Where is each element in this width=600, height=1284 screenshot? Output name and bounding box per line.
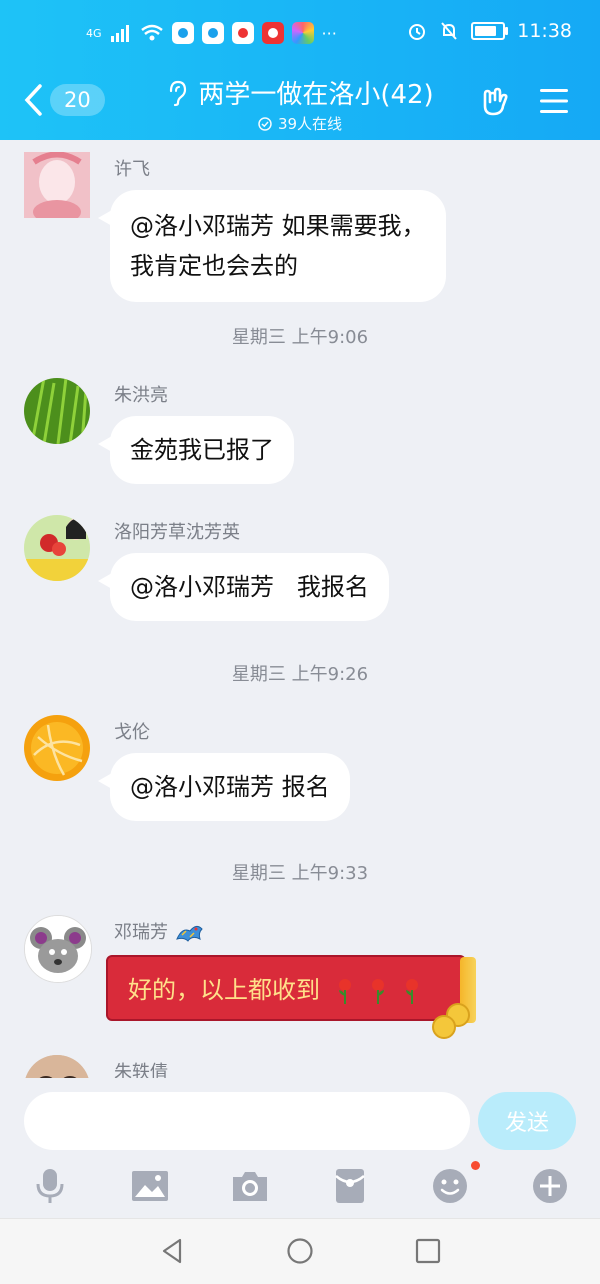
message-text: 好的，以上都收到 (128, 976, 320, 1004)
avatar-image (24, 378, 90, 444)
coin-decoration (432, 1015, 456, 1039)
gesture-hand-icon[interactable] (476, 84, 512, 120)
mute-icon (441, 22, 457, 40)
message-bubble[interactable]: @洛小邓瑞芳 我报名 (98, 553, 389, 621)
timestamp: 星期三 上午9:06 (231, 327, 369, 348)
message-bubble[interactable]: 金苑我已报了 (98, 416, 294, 484)
clock: 11:38 (517, 20, 572, 42)
avatar[interactable] (24, 1055, 90, 1078)
avatar[interactable] (24, 915, 92, 983)
message-text-line: 我肯定也会去的 (130, 252, 298, 280)
red-packet-icon[interactable] (330, 1166, 370, 1206)
message-text-line: @洛小邓瑞芳 如果需要我， (130, 212, 426, 240)
baidu-app-icon (201, 22, 224, 44)
gallery-app-icon (291, 22, 314, 44)
avatar-image (24, 715, 90, 781)
shop-app-icon (261, 22, 284, 44)
status-left: 4G ··· (86, 22, 337, 44)
sender-name-text: 邓瑞芳 (114, 922, 168, 943)
menu-icon[interactable] (538, 86, 570, 116)
plus-icon[interactable] (530, 1166, 570, 1206)
message-bubble[interactable]: @洛小邓瑞芳 报名 (98, 753, 350, 821)
timestamp: 星期三 上午9:26 (231, 664, 369, 685)
message-text: @洛小邓瑞芳 报名 (130, 773, 330, 801)
wifi-icon (140, 24, 163, 41)
timestamp: 星期三 上午9:33 (231, 863, 369, 884)
avatar[interactable] (24, 715, 90, 781)
camera-icon[interactable] (230, 1166, 270, 1206)
message-bubble[interactable]: @洛小邓瑞芳 如果需要我， 我肯定也会去的 (98, 190, 446, 302)
app-notification-icon (171, 22, 194, 44)
dragon-badge-icon (175, 925, 203, 942)
message-text: @洛小邓瑞芳 我报名 (130, 573, 369, 601)
message-text: 金苑我已报了 (130, 436, 274, 464)
title-bar: 20 两学一做在洛小(42) 39人在线 (0, 70, 600, 140)
avatar[interactable] (24, 378, 90, 444)
system-nav-bar (0, 1218, 600, 1284)
ear-icon (170, 80, 187, 106)
top-bar: 4G ··· 11:38 20 两学一做在洛小(42) 39人在线 (0, 0, 600, 140)
emoji-icon[interactable] (430, 1166, 470, 1206)
nav-recents-icon[interactable] (414, 1237, 442, 1265)
rose-icon (405, 979, 418, 1004)
check-circle-icon (258, 116, 272, 131)
rose-icon (372, 979, 385, 1004)
message-input[interactable] (24, 1092, 470, 1150)
notification-dot (471, 1161, 480, 1170)
more-notifications: ··· (321, 23, 337, 43)
nav-back-icon[interactable] (158, 1237, 186, 1265)
image-icon[interactable] (130, 1166, 170, 1206)
avatar[interactable] (24, 515, 90, 581)
nav-home-icon[interactable] (286, 1237, 314, 1265)
map-app-icon (231, 22, 254, 44)
mic-icon[interactable] (30, 1166, 70, 1206)
signal-icon (110, 25, 129, 42)
sender-name: 许飞 (114, 159, 150, 180)
group-name: 两学一做在洛小(42) (198, 80, 434, 110)
rose-icon (338, 979, 351, 1004)
avatar-image (25, 916, 91, 982)
red-message-card[interactable]: 好的，以上都收到 (106, 955, 476, 1039)
alarm-icon (409, 24, 426, 40)
input-bar: 发送 (0, 1078, 600, 1156)
sender-name: 戈伦 (114, 722, 150, 743)
avatar-image (24, 1055, 90, 1078)
chat-area[interactable]: 许飞 @洛小邓瑞芳 如果需要我， 我肯定也会去的 星期三 上午9:06 朱洪亮 … (0, 140, 600, 1078)
status-bar: 4G ··· 11:38 (0, 0, 600, 70)
network-label: 4G (86, 26, 102, 40)
avatar-image (24, 515, 90, 581)
status-right: 11:38 (407, 20, 572, 42)
sender-name: 朱轶倩 (114, 1062, 168, 1078)
send-button[interactable]: 发送 (478, 1092, 576, 1150)
sender-name: 朱洪亮 (114, 385, 168, 406)
battery-icon (471, 22, 509, 40)
sender-name: 邓瑞芳 (114, 918, 204, 945)
online-count: 39人在线 (277, 115, 343, 133)
chat-toolbar (0, 1156, 600, 1218)
avatar[interactable] (24, 152, 90, 218)
avatar-image (24, 152, 90, 218)
sender-name: 洛阳芳草沈芳英 (114, 522, 240, 543)
